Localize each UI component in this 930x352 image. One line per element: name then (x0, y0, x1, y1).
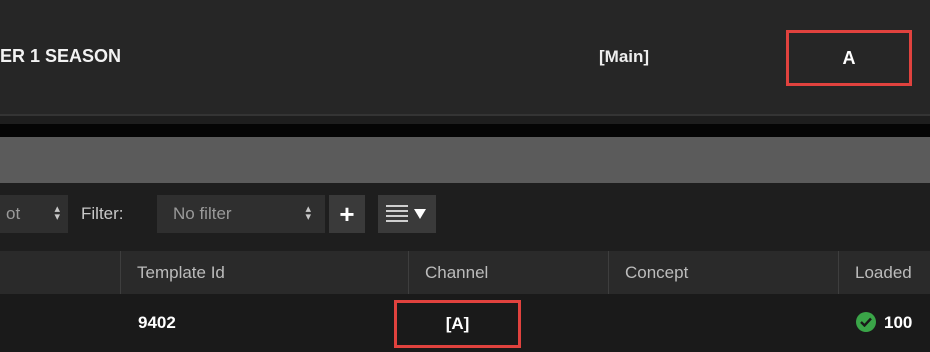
add-icon: + (339, 198, 355, 229)
dropdown-caret-icon (414, 209, 426, 219)
view-options-button[interactable] (378, 195, 436, 233)
filter-select[interactable]: No filter ▴ ▾ (157, 195, 325, 233)
column-header-concept[interactable]: Concept (608, 251, 838, 294)
filter-label: Filter: (81, 204, 124, 223)
filter-select-value: No filter (173, 204, 232, 223)
list-view-icon (386, 205, 408, 225)
table-header: Template Id Channel Concept Loaded (0, 251, 930, 294)
divider (0, 114, 930, 116)
sort-arrows-icon: ▴ ▾ (54, 203, 60, 223)
loaded-cell: 100 (884, 313, 913, 332)
sort-select[interactable]: ot ▴ ▾ (0, 195, 68, 233)
sort-select-value: ot (6, 204, 21, 223)
channel-indicator[interactable]: A (786, 30, 912, 86)
panel-header (0, 137, 930, 183)
toolbar (0, 183, 930, 251)
playlist-title: ER 1 SEASON (0, 46, 122, 66)
channel-cell[interactable]: [A] (394, 300, 521, 348)
main-label: [Main] (599, 47, 650, 66)
template-id-cell: 9402 (138, 313, 176, 332)
divider (0, 124, 930, 137)
column-header-template-id[interactable]: Template Id (120, 251, 408, 294)
top-bar: ER 1 SEASON [Main] A (0, 0, 930, 116)
check-circle-icon (856, 312, 876, 332)
column-header-channel[interactable]: Channel (408, 251, 608, 294)
column-header-loaded[interactable]: Loaded (838, 251, 930, 294)
add-filter-button[interactable]: + (329, 195, 365, 233)
sort-arrows-icon: ▴ ▾ (305, 203, 311, 223)
